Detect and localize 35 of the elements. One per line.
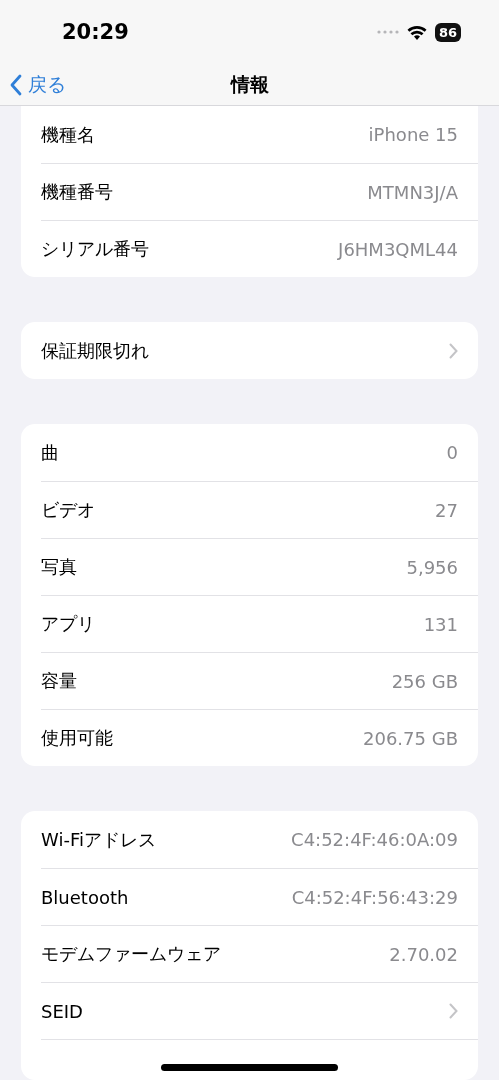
setting-label: アプリ [41,612,95,636]
setting-label: 機種番号 [41,180,113,204]
setting-value: C4:52:4F:46:0A:09 [291,829,458,850]
setting-value: J6HM3QML44 [338,238,458,260]
signal-icon [376,30,399,35]
setting-label: ビデオ [41,498,95,522]
setting-value: 5,956 [406,556,458,578]
setting-value: 2.70.02 [389,943,458,965]
setting-label: 容量 [41,669,77,693]
chevron-right-icon [449,342,458,359]
setting-value: 256 GB [391,670,458,692]
setting-label: Bluetooth [41,886,129,908]
back-button[interactable]: 戻る [0,71,66,98]
wifi-icon [406,24,427,40]
chevron-left-icon [10,73,22,96]
setting-label[interactable]: SEID [41,1000,83,1022]
setting-label: 使用可能 [41,726,113,750]
page-title: 情報 [230,71,269,97]
setting-label: シリアル番号 [41,237,149,261]
setting-value: 0 [446,442,458,463]
battery-level: 86 [434,22,461,42]
chevron-right-icon [449,1003,458,1019]
setting-label: 曲 [41,440,59,465]
setting-value: 27 [435,499,458,521]
setting-value: MTMN3J/A [367,181,458,203]
status-time: 20:29 [62,20,129,45]
setting-value: 206.75 GB [363,727,458,749]
setting-label: 写真 [41,555,77,579]
setting-label: Wi-Fiアドレス [41,827,156,852]
setting-label: モデムファームウェア [41,942,221,966]
setting-value: iPhone 15 [368,124,458,145]
setting-value: C4:52:4F:56:43:29 [291,886,458,908]
setting-label[interactable]: 保証期限切れ [41,338,149,363]
setting-label: 機種名 [41,122,95,147]
setting-value: 131 [423,613,458,635]
